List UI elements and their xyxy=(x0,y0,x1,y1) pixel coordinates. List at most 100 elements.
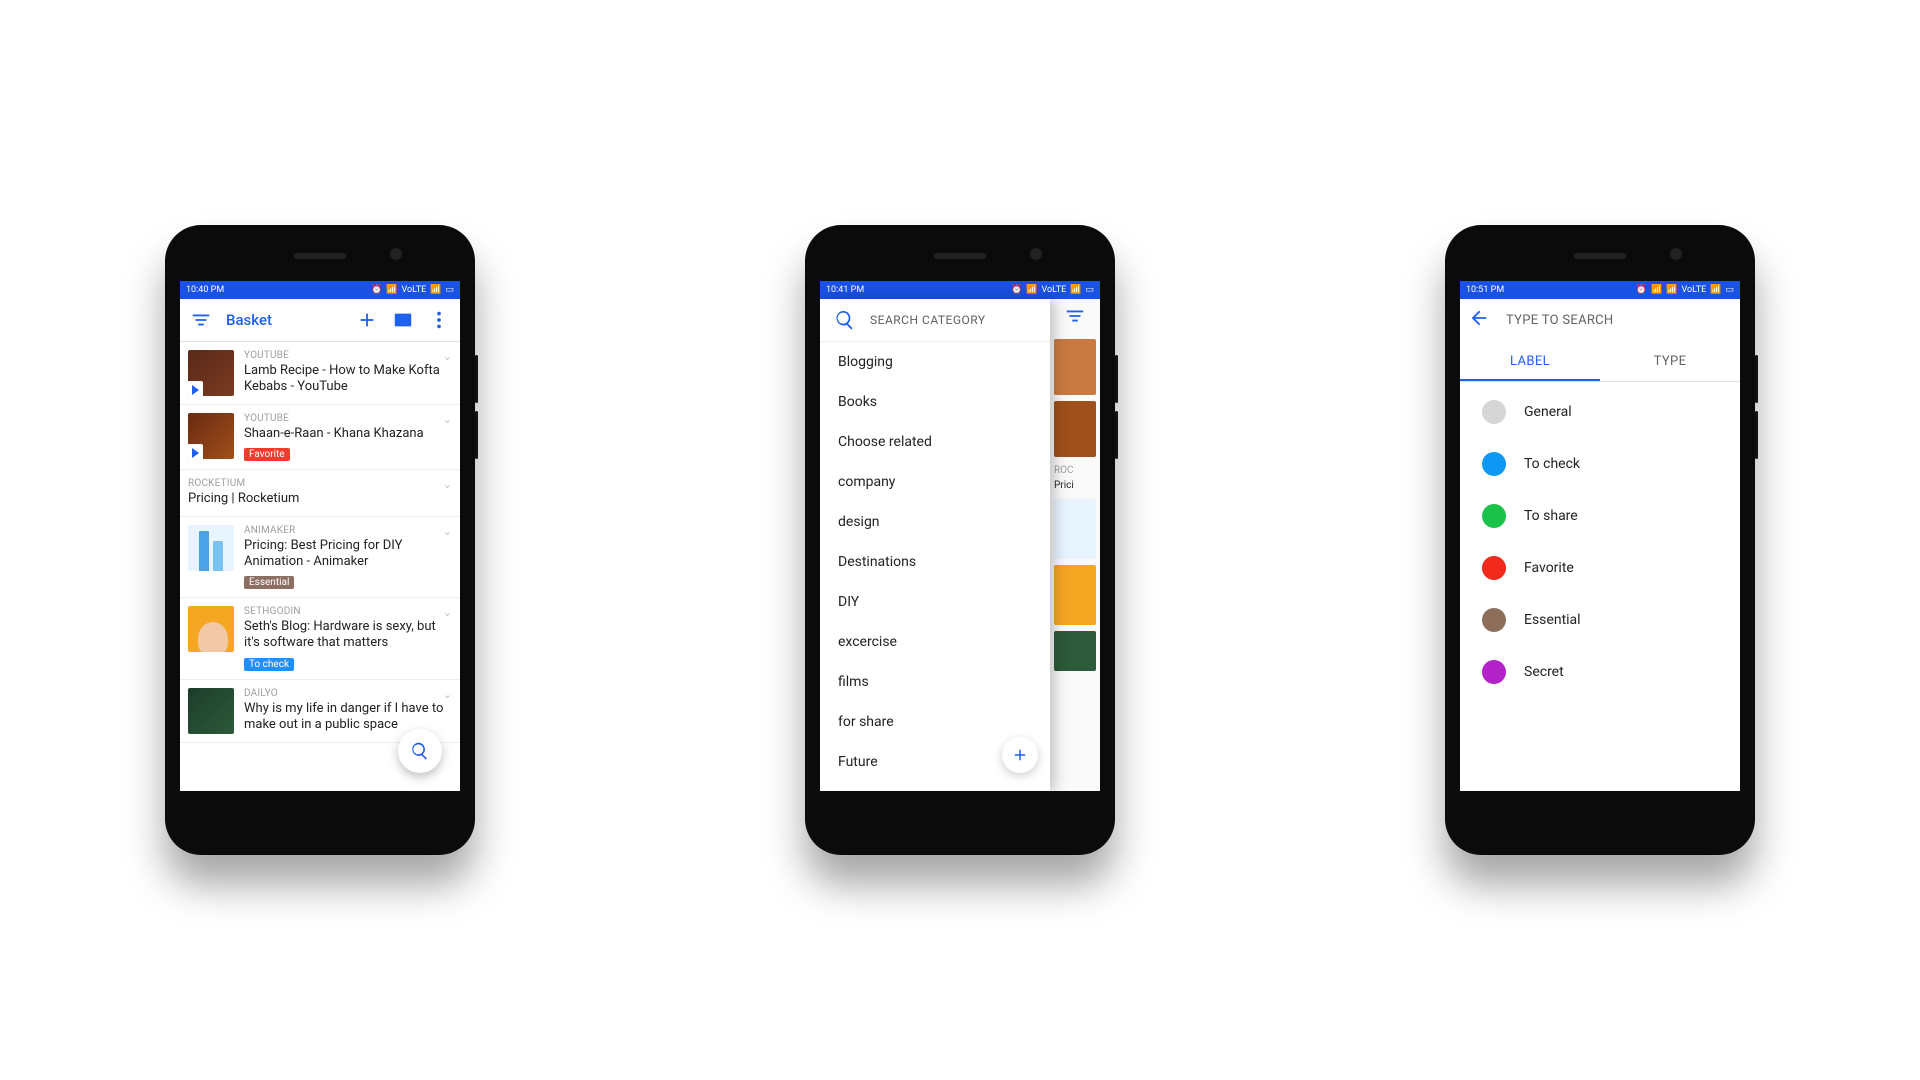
label-row[interactable]: Favorite xyxy=(1460,542,1740,594)
item-title: Shaan-e-Raan - Khana Khazana xyxy=(244,426,452,442)
list-item[interactable]: YOUTUBE Lamb Recipe - How to Make Kofta K… xyxy=(180,342,460,405)
network-label: VoLTE xyxy=(1681,285,1706,295)
network-label: VoLTE xyxy=(401,285,426,295)
label-name: To check xyxy=(1524,456,1580,472)
thumbnail xyxy=(188,606,234,652)
status-time: 10:51 PM xyxy=(1466,285,1504,295)
status-bar: 10:41 PM ⏰ 📶 VoLTE 📶 ▭ xyxy=(820,281,1100,299)
label-color-dot xyxy=(1482,556,1506,580)
search-icon[interactable] xyxy=(834,309,856,331)
item-source: YOUTUBE xyxy=(244,350,452,361)
battery-icon: ▭ xyxy=(1725,285,1734,295)
label-name: Secret xyxy=(1524,664,1564,680)
chevron-down-icon[interactable]: ⌄ xyxy=(443,688,452,701)
label-name: General xyxy=(1524,404,1572,420)
chevron-down-icon[interactable]: ⌄ xyxy=(443,350,452,363)
category-item[interactable]: design xyxy=(820,502,1050,542)
item-source: SETHGODIN xyxy=(244,606,452,617)
search-category-label[interactable]: SEARCH CATEGORY xyxy=(870,313,986,327)
search-hint[interactable]: TYPE TO SEARCH xyxy=(1506,313,1614,328)
tab-label[interactable]: LABEL xyxy=(1460,341,1600,381)
item-title: Pricing | Rocketium xyxy=(188,491,452,507)
category-item[interactable]: excercise xyxy=(820,622,1050,662)
category-item[interactable]: Books xyxy=(820,382,1050,422)
chevron-down-icon[interactable]: ⌄ xyxy=(443,606,452,619)
alarm-icon: ⏰ xyxy=(371,285,382,295)
alarm-icon: ⏰ xyxy=(1011,285,1022,295)
app-title: Basket xyxy=(226,311,272,329)
label-row[interactable]: General xyxy=(1460,386,1740,438)
category-item[interactable]: for share xyxy=(820,702,1050,742)
toolbar: TYPE TO SEARCH xyxy=(1460,299,1740,341)
status-time: 10:41 PM xyxy=(826,285,864,295)
label-name: Essential xyxy=(1524,612,1581,628)
signal-icon: 📶 xyxy=(1710,285,1721,295)
peek-title: Prici xyxy=(1050,478,1100,493)
signal-icon: 📶 xyxy=(386,285,397,295)
list-item[interactable]: SETHGODIN Seth's Blog: Hardware is sexy, … xyxy=(180,598,460,680)
battery-icon: ▭ xyxy=(1085,285,1094,295)
status-bar: 10:40 PM ⏰📶VoLTE📶▭ xyxy=(180,281,460,299)
add-category-fab[interactable] xyxy=(1002,737,1038,773)
item-source: YOUTUBE xyxy=(244,413,452,424)
label-badge: To check xyxy=(244,658,294,671)
alarm-icon: ⏰ xyxy=(1636,285,1647,295)
status-bar: 10:51 PM ⏰📶📶VoLTE📶▭ xyxy=(1460,281,1740,299)
category-item[interactable]: company xyxy=(820,462,1050,502)
item-source: DAILYO xyxy=(244,688,452,699)
back-button[interactable] xyxy=(1468,307,1490,333)
label-row[interactable]: To share xyxy=(1460,490,1740,542)
item-title: Lamb Recipe - How to Make Kofta Kebabs -… xyxy=(244,363,452,396)
phone-3: 10:51 PM ⏰📶📶VoLTE📶▭ TYPE TO SEARCH LABEL… xyxy=(1445,225,1755,855)
label-color-dot xyxy=(1482,504,1506,528)
thumbnail xyxy=(188,350,234,396)
label-color-dot xyxy=(1482,660,1506,684)
add-button[interactable] xyxy=(356,309,378,331)
filter-icon[interactable] xyxy=(190,309,212,331)
battery-icon: ▭ xyxy=(445,285,454,295)
list-item[interactable]: ANIMAKER Pricing: Best Pricing for DIY An… xyxy=(180,517,460,599)
wifi-icon: 📶 xyxy=(1651,285,1662,295)
item-title: Pricing: Best Pricing for DIY Animation … xyxy=(244,538,452,571)
signal-icon: 📶 xyxy=(1026,285,1037,295)
chevron-down-icon[interactable]: ⌄ xyxy=(443,413,452,426)
label-color-dot xyxy=(1482,452,1506,476)
toolbar: Basket xyxy=(180,299,460,342)
phone-2: 10:41 PM ⏰ 📶 VoLTE 📶 ▭ ROC Prici xyxy=(805,225,1115,855)
label-badge: Essential xyxy=(244,576,294,589)
thumbnail xyxy=(188,413,234,459)
category-item[interactable]: DIY xyxy=(820,582,1050,622)
category-item[interactable]: Destinations xyxy=(820,542,1050,582)
search-fab[interactable] xyxy=(398,729,442,773)
category-item[interactable]: Blogging xyxy=(820,342,1050,382)
label-badge: Favorite xyxy=(244,448,290,461)
label-row[interactable]: To check xyxy=(1460,438,1740,490)
chevron-down-icon[interactable]: ⌄ xyxy=(443,478,452,491)
label-row[interactable]: Essential xyxy=(1460,594,1740,646)
category-item[interactable]: films xyxy=(820,662,1050,702)
label-row[interactable]: Secret xyxy=(1460,646,1740,698)
peek-source: ROC xyxy=(1050,463,1100,478)
label-name: To share xyxy=(1524,508,1578,524)
label-color-dot xyxy=(1482,608,1506,632)
phone-1: 10:40 PM ⏰📶VoLTE📶▭ Basket YOUTUBELamb Re… xyxy=(165,225,475,855)
label-color-dot xyxy=(1482,400,1506,424)
item-title: Seth's Blog: Hardware is sexy, but it's … xyxy=(244,619,452,652)
label-name: Favorite xyxy=(1524,560,1574,576)
signal-icon: 📶 xyxy=(1070,285,1081,295)
more-icon[interactable] xyxy=(428,309,450,331)
network-label: VoLTE xyxy=(1041,285,1066,295)
thumbnail xyxy=(188,688,234,734)
item-source: ROCKETIUM xyxy=(188,478,452,489)
filter-icon[interactable] xyxy=(1064,305,1086,327)
background-content: ROC Prici xyxy=(1049,299,1100,791)
list-item[interactable]: YOUTUBE Shaan-e-Raan - Khana Khazana Favor… xyxy=(180,405,460,470)
signal-icon: 📶 xyxy=(430,285,441,295)
tab-type[interactable]: TYPE xyxy=(1600,341,1740,381)
mail-icon[interactable] xyxy=(392,309,414,331)
list-item[interactable]: ROCKETIUM Pricing | Rocketium⌄ xyxy=(180,470,460,516)
play-icon xyxy=(188,381,203,396)
category-item[interactable]: Choose related xyxy=(820,422,1050,462)
chevron-down-icon[interactable]: ⌄ xyxy=(443,525,452,538)
item-source: ANIMAKER xyxy=(244,525,452,536)
